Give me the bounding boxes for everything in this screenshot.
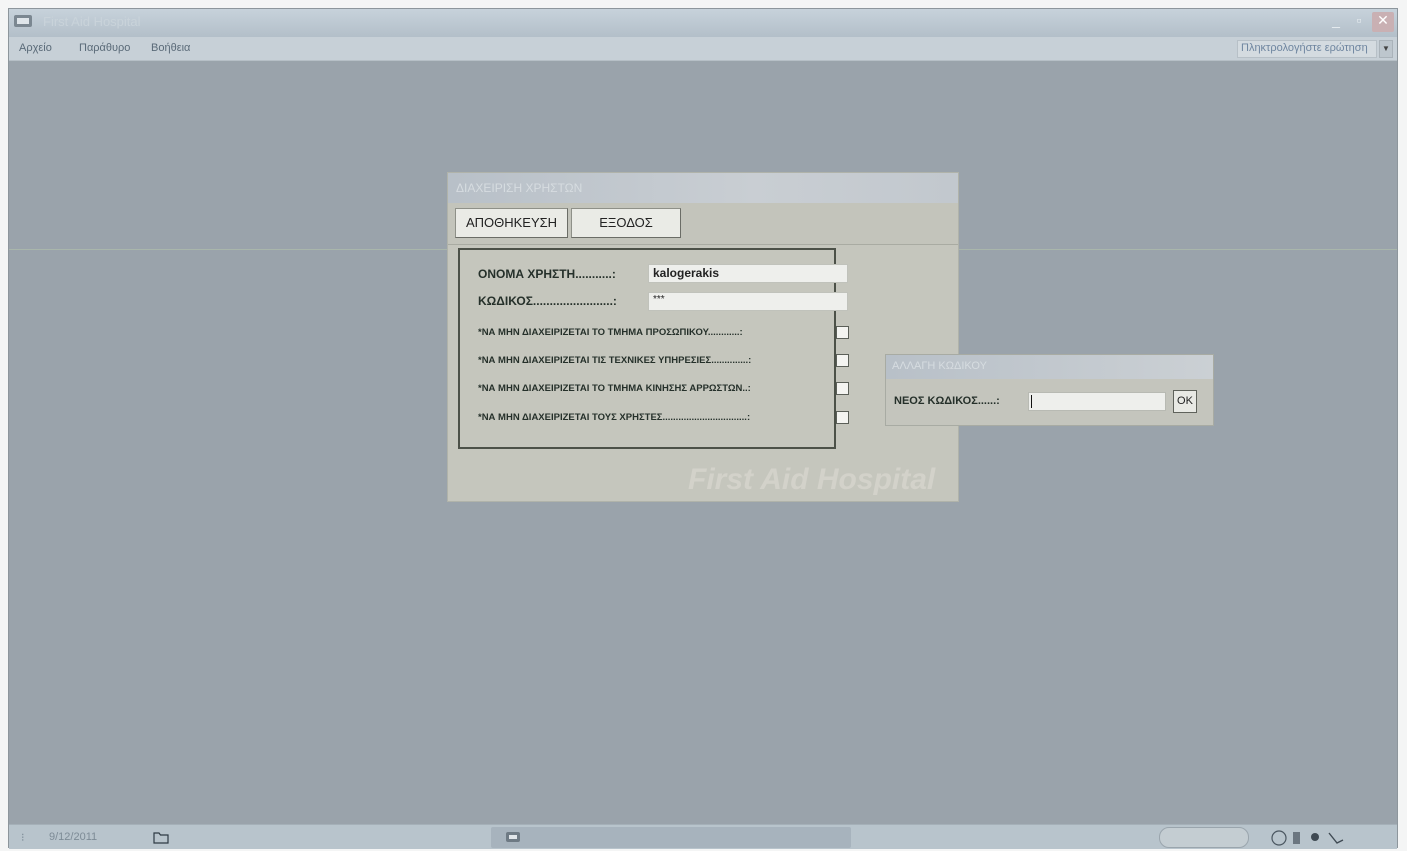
- window-title: First Aid Hospital: [43, 14, 141, 29]
- taskbar-date: 9/12/2011: [49, 831, 98, 843]
- form-title: ΔΙΑΧΕΙΡΙΣΗ ΧΡΗΣΤΩΝ: [456, 181, 583, 195]
- permission-checkbox-technical[interactable]: [836, 354, 849, 367]
- maximize-icon[interactable]: ▫: [1348, 12, 1370, 32]
- user-fields-group: ΟΝΟΜΑ ΧΡΗΣΤΗ...........: kalogerakis ΚΩΔ…: [458, 248, 849, 449]
- username-label: ΟΝΟΜΑ ΧΡΗΣΤΗ...........:: [478, 267, 616, 281]
- start-icon[interactable]: ⁝: [21, 831, 25, 844]
- desktop-screen: First Aid Hospital _ ▫ ✕ Αρχείο Παράθυρο…: [0, 0, 1407, 851]
- minimize-icon[interactable]: _: [1325, 12, 1347, 32]
- form-toolbar: ΑΠΟΘΗΚΕΥΣΗ ΕΞΟΔΟΣ: [448, 203, 958, 245]
- new-password-dialog: ΑΛΛΑΓΗ ΚΩΔΙΚΟΥ ΝΕΟΣ ΚΩΔΙΚΟΣ......: OK: [885, 354, 1214, 426]
- application-window: First Aid Hospital _ ▫ ✕ Αρχείο Παράθυρο…: [8, 8, 1398, 849]
- taskbar: ⁝ 9/12/2011: [9, 824, 1397, 849]
- dialog-title: ΑΛΛΑΓΗ ΚΩΔΙΚΟΥ: [892, 360, 987, 372]
- permission-label-patients: *ΝΑ ΜΗΝ ΔΙΑΧΕΙΡΙΖΕΤΑΙ ΤΟ ΤΜΗΜΑ ΚΙΝΗΣΗΣ Α…: [478, 383, 751, 394]
- save-button[interactable]: ΑΠΟΘΗΚΕΥΣΗ: [455, 208, 568, 238]
- new-password-field[interactable]: [1028, 392, 1166, 411]
- username-field[interactable]: kalogerakis: [648, 264, 848, 283]
- mdi-workspace: ΔΙΑΧΕΙΡΙΣΗ ΧΡΗΣΤΩΝ ΑΠΟΘΗΚΕΥΣΗ ΕΞΟΔΟΣ ΟΝΟ…: [9, 62, 1397, 824]
- new-password-label: ΝΕΟΣ ΚΩΔΙΚΟΣ......:: [894, 395, 1000, 407]
- permission-checkbox-personnel[interactable]: [836, 326, 849, 339]
- form-title-bar[interactable]: ΔΙΑΧΕΙΡΙΣΗ ΧΡΗΣΤΩΝ: [448, 173, 958, 203]
- system-tray-icons[interactable]: [1271, 829, 1381, 847]
- app-icon: [14, 15, 32, 27]
- ok-button[interactable]: OK: [1173, 390, 1197, 413]
- title-bar[interactable]: First Aid Hospital _ ▫ ✕: [9, 9, 1397, 37]
- password-field[interactable]: ***: [648, 292, 848, 311]
- password-label: ΚΩΔΙΚΟΣ........................:: [478, 294, 617, 308]
- menu-help[interactable]: Βοήθεια: [151, 42, 190, 54]
- user-management-form: ΔΙΑΧΕΙΡΙΣΗ ΧΡΗΣΤΩΝ ΑΠΟΘΗΚΕΥΣΗ ΕΞΟΔΟΣ ΟΝΟ…: [447, 172, 959, 502]
- taskbar-search-box[interactable]: [1159, 827, 1249, 848]
- help-search-input[interactable]: Πληκτρολογήστε ερώτηση: [1237, 40, 1377, 58]
- menu-file[interactable]: Αρχείο: [19, 42, 52, 54]
- menu-bar: Αρχείο Παράθυρο Βοήθεια Πληκτρολογήστε ε…: [9, 37, 1397, 61]
- watermark-logo: First Aid Hospital: [688, 463, 936, 496]
- permission-label-users: *ΝΑ ΜΗΝ ΔΙΑΧΕΙΡΙΖΕΤΑΙ ΤΟΥΣ ΧΡΗΣΤΕΣ......…: [478, 412, 751, 423]
- permission-checkbox-patients[interactable]: [836, 382, 849, 395]
- close-icon[interactable]: ✕: [1372, 12, 1394, 32]
- text-caret: [1031, 395, 1032, 408]
- exit-button[interactable]: ΕΞΟΔΟΣ: [571, 208, 681, 238]
- dialog-title-bar[interactable]: ΑΛΛΑΓΗ ΚΩΔΙΚΟΥ: [886, 355, 1213, 379]
- app-icon: [506, 832, 520, 842]
- folder-icon[interactable]: [153, 830, 169, 844]
- taskbar-active-app[interactable]: [491, 827, 851, 848]
- permission-label-personnel: *ΝΑ ΜΗΝ ΔΙΑΧΕΙΡΙΖΕΤΑΙ ΤΟ ΤΜΗΜΑ ΠΡΟΣΩΠΙΚΟ…: [478, 327, 743, 338]
- permission-checkbox-users[interactable]: [836, 411, 849, 424]
- permission-label-technical: *ΝΑ ΜΗΝ ΔΙΑΧΕΙΡΙΖΕΤΑΙ ΤΙΣ ΤΕΧΝΙΚΕΣ ΥΠΗΡΕ…: [478, 355, 752, 366]
- chevron-down-icon[interactable]: ▼: [1379, 40, 1393, 58]
- menu-window[interactable]: Παράθυρο: [79, 42, 130, 54]
